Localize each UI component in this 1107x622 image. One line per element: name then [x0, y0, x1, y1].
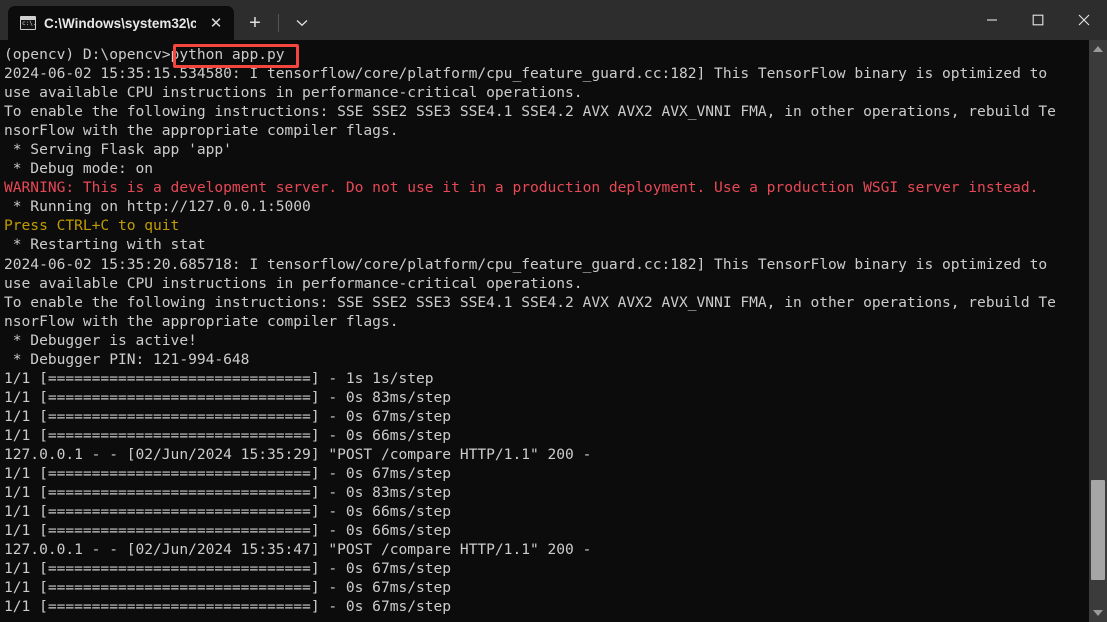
minimize-icon[interactable]: [969, 0, 1015, 40]
maximize-icon[interactable]: [1015, 0, 1061, 40]
terminal-line: 1/1 [==============================] - 0…: [4, 388, 452, 406]
window-controls: [969, 0, 1107, 40]
scroll-up-arrow-icon[interactable]: [1089, 40, 1107, 58]
scrollbar-thumb[interactable]: [1091, 480, 1105, 580]
vertical-scrollbar[interactable]: [1089, 40, 1107, 622]
chevron-down-icon[interactable]: [285, 8, 319, 38]
new-tab-button[interactable]: +: [238, 8, 272, 38]
close-tab-icon[interactable]: ✕: [204, 11, 228, 35]
terminal-line: Press CTRL+C to quit: [4, 217, 180, 235]
terminal-line: * Restarting with stat: [4, 236, 206, 254]
terminal-line: 1/1 [==============================] - 0…: [4, 560, 452, 578]
terminal-line: WARNING: This is a development server. D…: [4, 179, 1039, 197]
terminal-line: 127.0.0.1 - - [02/Jun/2024 15:35:47] "PO…: [4, 541, 592, 559]
terminal-line: 1/1 [==============================] - 0…: [4, 426, 452, 444]
terminal-line: 1/1 [==============================] - 0…: [4, 598, 452, 616]
terminal-line: 1/1 [==============================] - 0…: [4, 465, 452, 483]
terminal-line: (opencv) D:\opencv>python app.py: [4, 46, 285, 63]
terminal-output-area[interactable]: (opencv) D:\opencv>python app.py 2024-06-…: [0, 40, 1107, 622]
terminal-line: 1/1 [==============================] - 0…: [4, 579, 452, 597]
terminal-line: 1/1 [==============================] - 0…: [4, 484, 452, 502]
tab-title: C:\Windows\system32\cmd.e:: [44, 15, 196, 31]
terminal-line: * Serving Flask app 'app': [4, 141, 232, 159]
terminal-line: 1/1 [==============================] - 0…: [4, 503, 452, 521]
tab-actions-divider: [278, 14, 279, 32]
terminal-line: nsorFlow with the appropriate compiler f…: [4, 122, 399, 140]
tab-cmd[interactable]: C:\Windows\system32\cmd.e: ✕: [8, 6, 234, 40]
terminal-line: 1/1 [==============================] - 0…: [4, 407, 452, 425]
terminal-line: 2024-06-02 15:35:15.534580: I tensorflow…: [4, 65, 1048, 83]
terminal-line: 2024-06-02 15:35:20.685718: I tensorflow…: [4, 255, 1048, 273]
terminal-line: 1/1 [==============================] - 1…: [4, 369, 434, 387]
terminal-line: use available CPU instructions in perfor…: [4, 84, 583, 102]
terminal-line: To enable the following instructions: SS…: [4, 103, 1056, 121]
terminal-line: * Running on http://127.0.0.1:5000: [4, 198, 311, 216]
terminal-line: * Debugger PIN: 121-994-648: [4, 350, 250, 368]
scroll-down-arrow-icon[interactable]: [1089, 604, 1107, 622]
terminal-window: C:\Windows\system32\cmd.e: ✕ +: [0, 0, 1107, 622]
title-bar: C:\Windows\system32\cmd.e: ✕ +: [0, 0, 1107, 40]
close-icon[interactable]: [1061, 0, 1107, 40]
terminal-line: use available CPU instructions in perfor…: [4, 274, 583, 292]
terminal-line: 127.0.0.1 - - [02/Jun/2024 15:35:29] "PO…: [4, 445, 592, 463]
tab-actions: +: [234, 6, 319, 40]
terminal-line: * Debugger is active!: [4, 331, 197, 349]
terminal-text: (opencv) D:\opencv>python app.py 2024-06-…: [4, 40, 1089, 616]
terminal-line: * Debug mode: on: [4, 160, 154, 178]
terminal-line: 1/1 [==============================] - 0…: [4, 522, 452, 540]
terminal-line: To enable the following instructions: SS…: [4, 293, 1056, 311]
tab-strip: C:\Windows\system32\cmd.e: ✕ +: [0, 0, 319, 40]
terminal-line: nsorFlow with the appropriate compiler f…: [4, 312, 399, 330]
cmd-console-icon: [20, 16, 36, 30]
